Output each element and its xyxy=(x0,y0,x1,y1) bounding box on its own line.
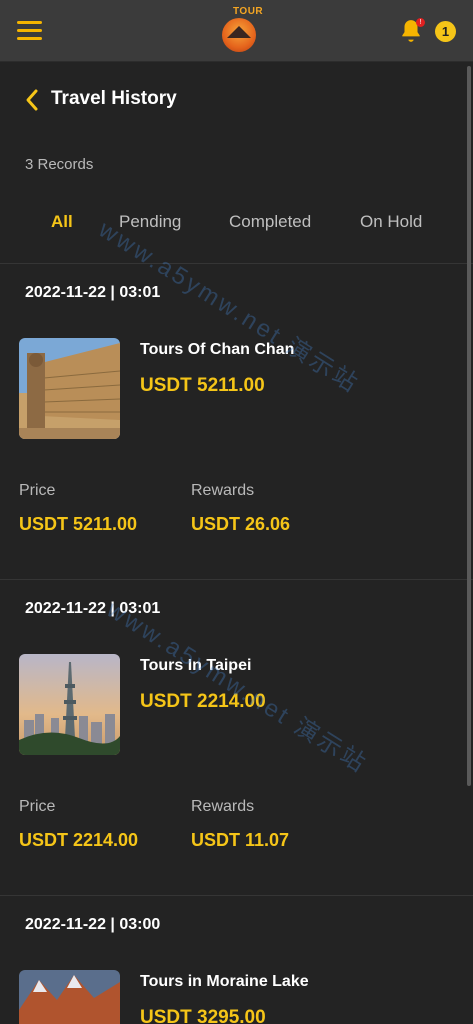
tour-name: Tours Of Chan Chan xyxy=(140,341,295,358)
tab-pending[interactable]: Pending xyxy=(119,212,181,232)
tour-amount: USDT 5211.00 xyxy=(140,375,265,396)
price-value: USDT 2214.00 xyxy=(19,830,139,850)
price-value: USDT 5211.00 xyxy=(19,514,138,534)
order-date: 2022-11-22 | 03:01 xyxy=(25,600,161,617)
rewards-value: USDT 11.07 xyxy=(191,830,290,850)
tour-thumbnail xyxy=(19,654,120,755)
menu-icon[interactable] xyxy=(17,21,42,41)
scrollbar[interactable] xyxy=(467,66,471,786)
status-tabs: All Pending Completed On Hold xyxy=(0,212,473,236)
price-label: Price xyxy=(19,798,56,815)
order-date: 2022-11-22 | 03:00 xyxy=(25,916,161,933)
tour-thumbnail xyxy=(19,970,120,1024)
order-card[interactable]: 2022-11-22 | 03:01 Tours In Taipei USDT … xyxy=(0,580,473,896)
back-chevron-icon[interactable] xyxy=(24,88,40,112)
tab-completed[interactable]: Completed xyxy=(229,212,311,232)
top-bar: TOUR ! 1 xyxy=(0,0,473,62)
logo-text: TOUR xyxy=(233,6,264,17)
tour-name: Tours in Moraine Lake xyxy=(140,973,309,990)
order-card[interactable]: 2022-11-22 | 03:00 Tours in Moraine Lake… xyxy=(0,896,473,1024)
price-label: Price xyxy=(19,482,56,499)
order-date: 2022-11-22 | 03:01 xyxy=(25,284,161,301)
tour-thumbnail xyxy=(19,338,120,439)
tour-amount: USDT 2214.00 xyxy=(140,691,266,712)
page-title: Travel History xyxy=(51,88,177,109)
records-count: 3 Records xyxy=(25,156,94,173)
tour-name: Tours In Taipei xyxy=(140,657,252,674)
notification-count-badge[interactable]: 1 xyxy=(435,21,456,42)
brand-logo[interactable]: TOUR xyxy=(214,6,264,52)
rewards-label: Rewards xyxy=(191,482,255,499)
notification-alert-badge: ! xyxy=(416,18,425,27)
tab-on-hold[interactable]: On Hold xyxy=(360,212,422,232)
tab-all[interactable]: All xyxy=(51,212,73,232)
rewards-label: Rewards xyxy=(191,798,255,815)
order-card[interactable]: 2022-11-22 | 03:01 Tours Of Chan Chan US… xyxy=(0,264,473,580)
rewards-value: USDT 26.06 xyxy=(191,514,291,534)
tour-amount: USDT 3295.00 xyxy=(140,1007,266,1024)
